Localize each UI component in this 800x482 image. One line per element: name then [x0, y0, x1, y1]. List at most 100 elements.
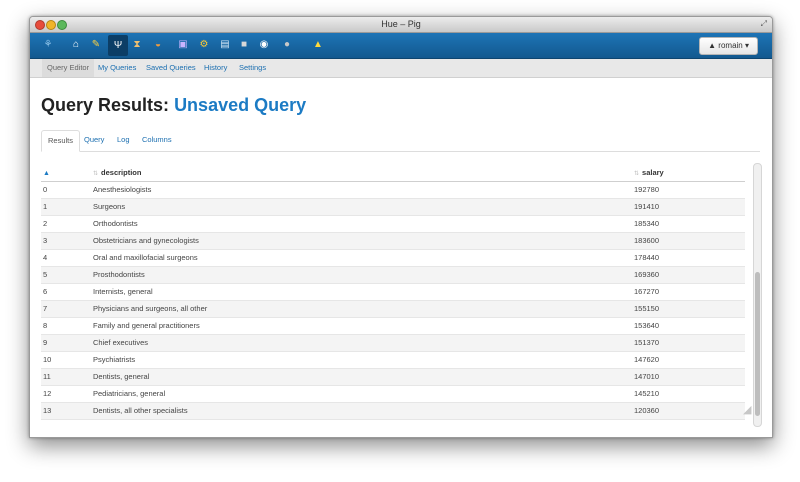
- page-title: Query Results: Unsaved Query: [41, 95, 306, 116]
- result-tabs: Results Query Log Columns: [41, 130, 760, 152]
- row-description: Family and general practitioners: [93, 321, 200, 330]
- table-row[interactable]: 3 Obstetricians and gynecologists 183600: [41, 233, 745, 250]
- row-salary: 191410: [634, 202, 660, 211]
- table-row[interactable]: 2 Orthodontists 185340: [41, 216, 745, 233]
- user-icon: ▲: [708, 41, 717, 50]
- row-description: Prosthodontists: [93, 270, 145, 279]
- page-title-prefix: Query Results:: [41, 95, 170, 115]
- table-row[interactable]: 5 Prosthodontists 169360: [41, 267, 745, 284]
- table-row[interactable]: 12 Pediatricians, general 145210: [41, 386, 745, 403]
- app-window: Hue – Pig ⤢ ⚘ ⌂ ✎ Ψ ⧗ ◒ ▣ ⚙ ▤ ■ ◉ ● ▲ ▲ romain ▾ Que…: [29, 16, 773, 438]
- table-header: ▲ ⇅ description ⇅ salary: [41, 165, 745, 182]
- row-index: 12: [43, 389, 52, 398]
- tab-log[interactable]: Log: [117, 130, 130, 150]
- subnav-query-editor[interactable]: Query Editor: [42, 59, 95, 77]
- row-salary: 169360: [634, 270, 660, 279]
- row-index: 5: [43, 270, 48, 279]
- salary-column-label: salary: [642, 168, 664, 177]
- row-salary: 147620: [634, 355, 660, 364]
- table-row[interactable]: 8 Family and general practitioners 153640: [41, 318, 745, 335]
- row-description: Psychiatrists: [93, 355, 136, 364]
- row-index: 7: [43, 304, 48, 313]
- row-index: 13: [43, 406, 52, 415]
- sort-icon: ⇅: [634, 171, 640, 177]
- row-description: Pediatricians, general: [93, 389, 166, 398]
- scrollbar-thumb[interactable]: [755, 272, 760, 416]
- user-menu-button[interactable]: ▲ romain ▾: [699, 37, 758, 55]
- window-titlebar: Hue – Pig ⤢: [30, 17, 772, 33]
- row-salary: 145210: [634, 389, 660, 398]
- sub-navigation: Query Editor My Queries Saved Queries Hi…: [30, 59, 772, 78]
- sort-icon: ⇅: [93, 171, 99, 177]
- table-scrollbar[interactable]: [753, 163, 762, 427]
- subnav-history[interactable]: History: [204, 59, 227, 77]
- row-index: 11: [43, 372, 51, 381]
- row-index: 4: [43, 253, 48, 262]
- resize-grip-icon[interactable]: ◢: [743, 403, 751, 416]
- job-designer-icon[interactable]: ⧗: [130, 38, 144, 52]
- row-index: 3: [43, 236, 48, 245]
- row-description: Dentists, all other specialists: [93, 406, 188, 415]
- security-icon[interactable]: ●: [280, 38, 294, 52]
- description-column-label: description: [101, 168, 142, 177]
- query-editor-icon[interactable]: ✎: [89, 38, 103, 52]
- file-browser-icon[interactable]: ▣: [176, 38, 190, 52]
- home-icon[interactable]: ⌂: [69, 38, 83, 52]
- row-index: 2: [43, 219, 48, 228]
- tab-results[interactable]: Results: [41, 130, 81, 152]
- index-column-header[interactable]: ▲: [43, 165, 50, 181]
- tab-columns[interactable]: Columns: [142, 130, 172, 150]
- row-salary: 153640: [634, 321, 660, 330]
- row-salary: 120360: [634, 406, 660, 415]
- row-salary: 192780: [634, 185, 660, 194]
- description-column-header[interactable]: ⇅ description: [93, 165, 141, 181]
- row-description: Dentists, general: [93, 372, 150, 381]
- job-browser-icon[interactable]: ⚙: [197, 38, 211, 52]
- row-description: Anesthesiologists: [93, 185, 152, 194]
- row-description: Surgeons: [93, 202, 126, 211]
- hue-logo-icon[interactable]: ⚘: [41, 38, 55, 52]
- row-salary: 147010: [634, 372, 660, 381]
- fullscreen-icon[interactable]: ⤢: [761, 19, 767, 29]
- subnav-saved-queries[interactable]: Saved Queries: [146, 59, 196, 77]
- shell-icon[interactable]: ■: [237, 38, 251, 52]
- row-index: 10: [43, 355, 52, 364]
- subnav-my-queries[interactable]: My Queries: [98, 59, 136, 77]
- row-description: Oral and maxillofacial surgeons: [93, 253, 198, 262]
- caret-down-icon: ▾: [744, 41, 749, 50]
- row-description: Internists, general: [93, 287, 153, 296]
- oozie-icon[interactable]: ◉: [257, 38, 271, 52]
- page-title-query-name: Unsaved Query: [174, 95, 307, 115]
- row-salary: 151370: [634, 338, 660, 347]
- row-salary: 178440: [634, 253, 660, 262]
- row-description: Orthodontists: [93, 219, 138, 228]
- row-index: 6: [43, 287, 48, 296]
- table-row[interactable]: 1 Surgeons 191410: [41, 199, 745, 216]
- warning-icon[interactable]: ▲: [311, 38, 325, 52]
- table-row[interactable]: 10 Psychiatrists 147620: [41, 352, 745, 369]
- row-description: Chief executives: [93, 338, 149, 347]
- subnav-settings[interactable]: Settings: [239, 59, 266, 77]
- table-row[interactable]: 9 Chief executives 151370: [41, 335, 745, 352]
- results-table: ▲ ⇅ description ⇅ salary 0 Anesthesiologist…: [41, 165, 745, 420]
- table-row[interactable]: 0 Anesthesiologists 192780: [41, 182, 745, 199]
- row-index: 0: [43, 185, 48, 194]
- salary-column-header[interactable]: ⇅ salary: [634, 165, 664, 181]
- row-salary: 167270: [634, 287, 660, 296]
- window-title: Hue – Pig: [381, 19, 421, 29]
- table-row[interactable]: 7 Physicians and surgeons, all other 15515…: [41, 301, 745, 318]
- table-row[interactable]: 4 Oral and maxillofacial surgeons 178440: [41, 250, 745, 267]
- table-row[interactable]: 13 Dentists, all other specialists 120360: [41, 403, 745, 420]
- pig-icon[interactable]: Ψ: [108, 35, 128, 56]
- table-row[interactable]: 6 Internists, general 167270: [41, 284, 745, 301]
- row-index: 1: [43, 202, 48, 211]
- metastore-icon[interactable]: ▤: [218, 38, 232, 52]
- impala-icon[interactable]: ◒: [151, 38, 165, 52]
- row-salary: 155150: [634, 304, 660, 313]
- tab-query[interactable]: Query: [84, 130, 104, 150]
- app-navbar: ⚘ ⌂ ✎ Ψ ⧗ ◒ ▣ ⚙ ▤ ■ ◉ ● ▲ ▲ romain ▾: [30, 33, 772, 59]
- row-salary: 185340: [634, 219, 660, 228]
- row-index: 9: [43, 338, 48, 347]
- sort-ascending-icon: ▲: [43, 170, 50, 177]
- table-row[interactable]: 11 Dentists, general 147010: [41, 369, 745, 386]
